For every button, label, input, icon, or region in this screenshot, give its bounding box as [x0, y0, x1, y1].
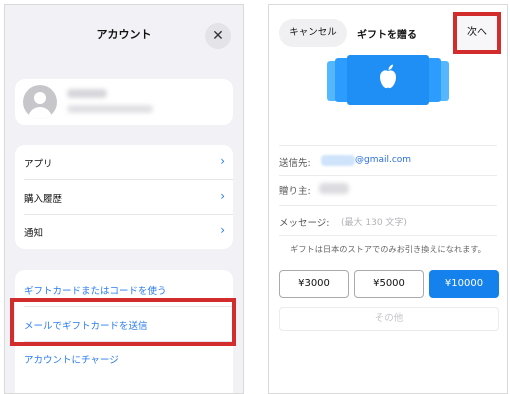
apple-logo-icon — [380, 64, 396, 89]
menu-item-label: 通知 — [24, 228, 44, 239]
send-gift-panel: キャンセル ギフトを贈る 次へ 送信先: @gmail.com 贈り主: メッセ… — [268, 4, 508, 394]
next-button[interactable]: 次へ — [453, 12, 501, 54]
close-icon: ✕ — [212, 28, 224, 44]
menu-item-apps[interactable]: アプリ › — [15, 146, 233, 180]
amount-5000-button[interactable]: ¥5000 — [354, 270, 424, 298]
link-label: アカウントにチャージ — [24, 355, 119, 366]
highlight-box — [10, 298, 236, 346]
blurred-recipient-email — [321, 155, 355, 166]
account-panel: アカウント ✕ アプリ › 購入履歴 › 通知 › ギフトカードまたはコードを使… — [4, 4, 244, 394]
avatar-icon — [23, 85, 57, 119]
chevron-right-icon: › — [220, 154, 225, 168]
link-label: ギフトカードまたはコードを使う — [24, 286, 167, 297]
message-label: メッセージ: — [279, 218, 330, 229]
gift-card-image — [327, 55, 449, 105]
blurred-account-name — [67, 89, 107, 98]
chevron-right-icon: › — [220, 189, 225, 203]
amount-10000-button[interactable]: ¥10000 — [429, 270, 499, 298]
chevron-right-icon: › — [220, 223, 225, 237]
sender-label: 贈り主: — [279, 186, 311, 197]
menu-item-notifications[interactable]: 通知 › — [15, 215, 233, 249]
blurred-account-email — [67, 105, 153, 113]
menu-item-purchase-history[interactable]: 購入履歴 › — [15, 181, 233, 215]
recipient-email-domain[interactable]: @gmail.com — [355, 155, 411, 165]
menu-item-label: 購入履歴 — [24, 194, 63, 205]
gift-title: ギフトを贈る — [357, 30, 417, 41]
account-menu: アプリ › 購入履歴 › 通知 › — [15, 145, 233, 249]
gift-note: ギフトは日本のストアでのみお引き換えになれます。 — [290, 244, 486, 254]
recipient-label: 送信先: — [279, 158, 311, 169]
cancel-button[interactable]: キャンセル — [279, 19, 347, 47]
close-button[interactable]: ✕ — [205, 23, 231, 49]
profile-card[interactable] — [15, 79, 233, 125]
blurred-sender-name[interactable] — [319, 183, 349, 194]
other-amount-button[interactable]: その他 — [279, 307, 499, 331]
amount-3000-button[interactable]: ¥3000 — [279, 270, 349, 298]
add-funds-link[interactable]: アカウントにチャージ — [15, 342, 233, 376]
message-input[interactable]: (最大 130 文字) — [341, 215, 407, 228]
menu-item-label: アプリ — [24, 159, 53, 170]
